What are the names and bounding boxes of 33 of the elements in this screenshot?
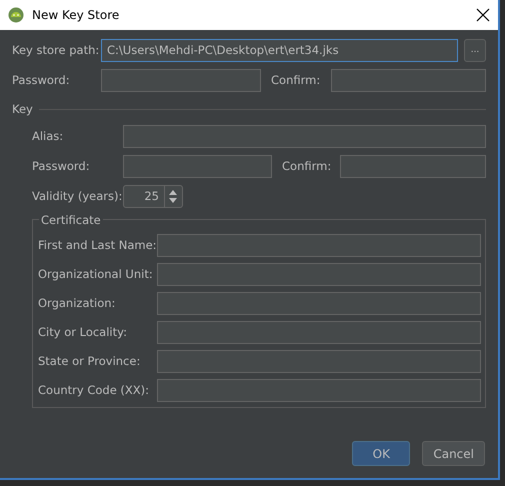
field-label: State or Province:: [38, 353, 142, 370]
field-label: Password:: [12, 72, 71, 89]
input-field[interactable]: [157, 263, 481, 286]
input-field[interactable]: [123, 155, 272, 178]
window-title: New Key Store: [32, 7, 120, 24]
input-field[interactable]: [157, 292, 481, 316]
field-label: First and Last Name:: [38, 237, 157, 254]
browse-button[interactable]: ...: [464, 39, 486, 62]
cancel-button[interactable]: Cancel: [422, 441, 485, 466]
field-label: Alias:: [32, 128, 64, 146]
input-field[interactable]: [340, 155, 486, 178]
input-field[interactable]: C:\Users\Mehdi-PC\Desktop\ert\ert34.jks: [101, 39, 458, 62]
input-field[interactable]: [157, 321, 481, 344]
section-title: Key: [12, 101, 33, 118]
input-field[interactable]: [331, 69, 486, 92]
field-label: Password:: [32, 158, 91, 176]
field-label: Organization:: [38, 295, 116, 312]
field-label: Key store path:: [12, 42, 100, 59]
field-label: Country Code (XX):: [38, 382, 150, 400]
android-icon: [8, 7, 24, 23]
ok-button[interactable]: OK: [352, 441, 410, 466]
field-label: Confirm:: [282, 158, 332, 176]
input-field[interactable]: [157, 350, 481, 374]
input-field[interactable]: [157, 234, 481, 258]
field-label: Validity (years):: [32, 188, 123, 206]
field-label: City or Locality:: [38, 324, 128, 342]
input-field[interactable]: [157, 379, 481, 402]
input-field[interactable]: [123, 125, 486, 148]
close-icon[interactable]: [476, 8, 490, 22]
field-label: Confirm:: [271, 72, 322, 89]
field-label: Organizational Unit:: [38, 266, 154, 284]
number-spinner[interactable]: 25: [123, 185, 183, 208]
input-field[interactable]: [101, 69, 261, 92]
